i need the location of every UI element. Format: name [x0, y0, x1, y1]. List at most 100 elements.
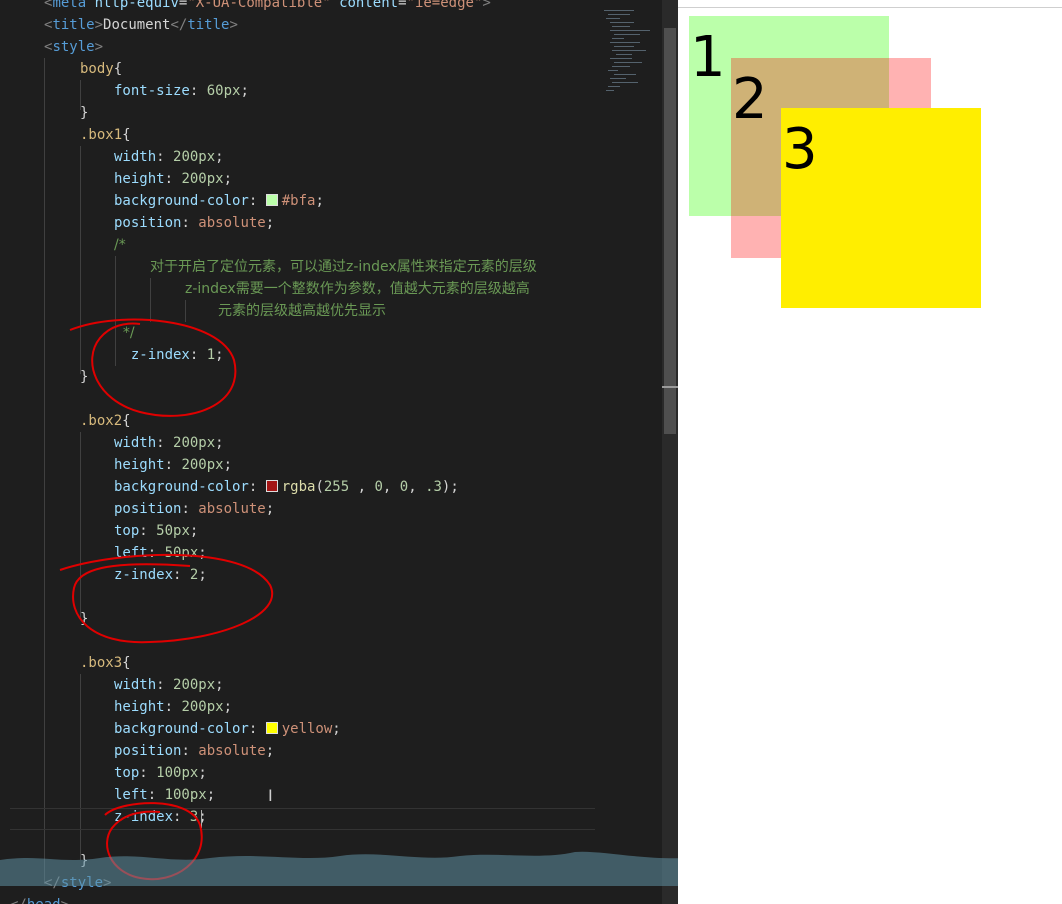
browser-preview: 1 2 3 — [678, 0, 1062, 904]
code-token: : — [147, 787, 165, 803]
code-token: width — [114, 435, 157, 451]
minimap-line — [614, 62, 642, 63]
code-token: 200px — [173, 435, 216, 451]
code-token: title — [52, 17, 95, 33]
code-token: 200px — [181, 171, 224, 187]
code-token: ; — [265, 215, 275, 231]
minimap-line — [610, 78, 626, 79]
code-line[interactable]: height: 200px; — [10, 696, 595, 718]
code-line[interactable]: font-size: 60px; — [10, 80, 595, 102]
code-token: : — [164, 457, 182, 473]
scrollbar-thumb[interactable] — [664, 28, 676, 434]
code-token: style — [52, 39, 95, 55]
code-line[interactable]: 元素的层级越高越优先显示 — [10, 300, 595, 322]
code-token: </ — [10, 897, 27, 904]
code-line[interactable]: body{ — [10, 58, 595, 80]
code-line[interactable]: left: 100px; — [10, 784, 595, 806]
code-line[interactable]: .box1{ — [10, 124, 595, 146]
code-token: } — [80, 369, 89, 385]
color-swatch-icon[interactable] — [265, 480, 278, 492]
code-token: ; — [315, 193, 324, 209]
code-line[interactable]: background-color: yellow; — [10, 718, 595, 740]
code-token: 100px — [156, 765, 199, 781]
code-token: > — [94, 39, 104, 55]
code-line[interactable]: background-color: rgba(255 , 0, 0, .3); — [10, 476, 595, 498]
minimap[interactable] — [596, 0, 662, 904]
code-line[interactable] — [10, 828, 595, 850]
code-line[interactable]: } — [10, 102, 595, 124]
code-line[interactable]: } — [10, 366, 595, 388]
code-token: absolute — [198, 743, 266, 759]
minimap-line — [606, 18, 620, 19]
code-token: , — [349, 479, 375, 495]
code-line[interactable]: .box3{ — [10, 652, 595, 674]
code-token: : — [248, 721, 266, 737]
code-line[interactable]: height: 200px; — [10, 454, 595, 476]
color-swatch-icon[interactable] — [265, 722, 278, 734]
code-token: > — [94, 17, 104, 33]
code-token: position — [114, 743, 182, 759]
code-line[interactable] — [10, 586, 595, 608]
code-token: : — [139, 523, 157, 539]
code-line[interactable]: <meta http-equiv="X-UA-Compatible" conte… — [10, 0, 595, 14]
code-line[interactable]: top: 100px; — [10, 762, 595, 784]
code-line[interactable]: top: 50px; — [10, 520, 595, 542]
code-line[interactable]: background-color: #bfa; — [10, 190, 595, 212]
code-token: ; — [198, 765, 207, 781]
code-line[interactable]: width: 200px; — [10, 432, 595, 454]
code-editor[interactable]: <meta http-equiv="X-UA-Compatible" conte… — [0, 0, 678, 904]
code-token: : — [181, 501, 199, 517]
color-swatch-icon[interactable] — [265, 194, 278, 206]
code-line[interactable]: z-index: 1; — [10, 344, 595, 366]
code-token: ; — [223, 457, 233, 473]
code-line[interactable]: width: 200px; — [10, 146, 595, 168]
ibeam-cursor-icon: I — [268, 786, 273, 805]
code-token: .box3 — [80, 655, 123, 671]
code-line[interactable]: height: 200px; — [10, 168, 595, 190]
code-token: z-index需要一个整数作为参数，值越大元素的层级越高 — [185, 281, 530, 297]
code-token: left — [114, 787, 148, 803]
code-line[interactable]: left: 50px; — [10, 542, 595, 564]
code-line[interactable]: position: absolute; — [10, 740, 595, 762]
code-line[interactable]: width: 200px; — [10, 674, 595, 696]
minimap-line — [606, 90, 614, 91]
code-line[interactable]: position: absolute; — [10, 212, 595, 234]
code-line[interactable]: } — [10, 850, 595, 872]
code-token: : — [248, 193, 266, 209]
code-token: } — [80, 853, 89, 869]
minimap-line — [614, 74, 636, 75]
code-line[interactable]: z-index: 2; — [10, 564, 595, 586]
code-line[interactable]: z-index需要一个整数作为参数，值越大元素的层级越高 — [10, 278, 595, 300]
code-line[interactable]: <title>Document</title> — [10, 14, 595, 36]
code-line[interactable]: } — [10, 608, 595, 630]
code-line[interactable] — [10, 630, 595, 652]
code-token: ; — [265, 501, 275, 517]
code-line[interactable]: </style> — [10, 872, 595, 894]
code-line[interactable]: /* — [10, 234, 595, 256]
minimap-line — [610, 42, 640, 43]
code-token: </ — [44, 875, 61, 891]
code-token: : — [156, 149, 174, 165]
minimap-line — [614, 46, 634, 47]
code-token: 50px — [164, 545, 199, 561]
code-line[interactable]: </head> — [10, 894, 595, 904]
code-token: background-color — [114, 479, 249, 495]
code-line[interactable]: .box2{ — [10, 410, 595, 432]
code-token: .box2 — [80, 413, 123, 429]
code-token: ); — [441, 479, 459, 495]
vertical-scrollbar[interactable] — [662, 0, 678, 904]
code-token: position — [114, 215, 182, 231]
code-line[interactable]: 对于开启了定位元素，可以通过z-index属性来指定元素的层级 — [10, 256, 595, 278]
code-token: 200px — [181, 457, 224, 473]
code-line[interactable]: <style> — [10, 36, 595, 58]
code-line[interactable]: */ — [10, 322, 595, 344]
minimap-line — [614, 34, 640, 35]
minimap-line — [610, 22, 634, 23]
code-token: : — [156, 677, 174, 693]
code-line[interactable]: position: absolute; — [10, 498, 595, 520]
code-token: > — [482, 0, 491, 11]
code-line[interactable] — [10, 388, 595, 410]
code-line[interactable]: z-index: 3; — [10, 806, 595, 828]
code-lines[interactable]: <meta http-equiv="X-UA-Compatible" conte… — [10, 0, 595, 904]
code-token: body — [80, 61, 114, 77]
